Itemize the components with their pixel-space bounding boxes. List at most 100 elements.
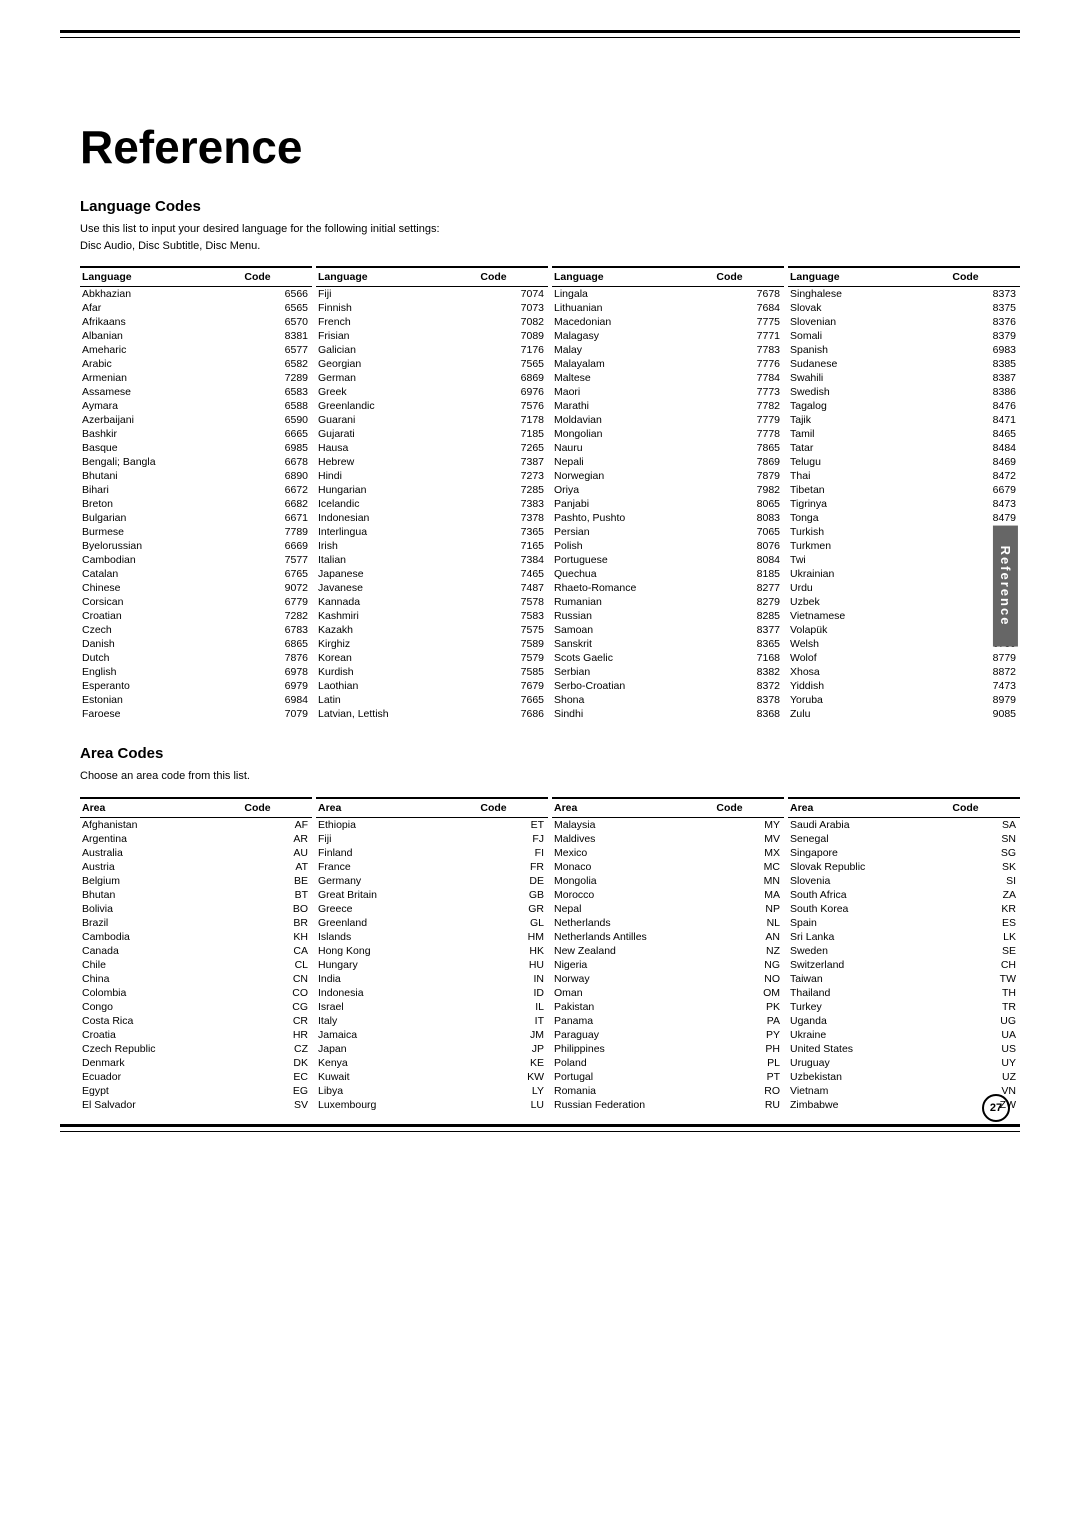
language-name: Zulu <box>788 707 950 721</box>
area-code: LU <box>478 1098 548 1112</box>
area-name: Kenya <box>316 1056 478 1070</box>
table-row: JamaicaJM <box>316 1028 548 1042</box>
area-code: PY <box>714 1028 784 1042</box>
table-row: French7082 <box>316 315 548 329</box>
language-code: 6565 <box>242 301 312 315</box>
language-name: Breton <box>80 497 242 511</box>
language-code: 7879 <box>714 469 784 483</box>
area-code: HU <box>478 958 548 972</box>
area-name: Sri Lanka <box>788 930 950 944</box>
language-code: 8381 <box>242 329 312 343</box>
language-codes-desc: Use this list to input your desired lang… <box>80 221 1020 254</box>
table-row: BrazilBR <box>80 916 312 930</box>
area-code: MV <box>714 832 784 846</box>
area-code: TR <box>950 1000 1020 1014</box>
area-name: Belgium <box>80 874 242 888</box>
language-name: Guarani <box>316 413 478 427</box>
language-code: 7783 <box>714 343 784 357</box>
language-name: Rhaeto-Romance <box>552 581 714 595</box>
table-row: Yoruba8979 <box>788 693 1020 707</box>
language-name: Vietnamese <box>788 609 950 623</box>
language-name: Laothian <box>316 679 478 693</box>
table-row: Tigrinya8473 <box>788 497 1020 511</box>
table-row: Thai8472 <box>788 469 1020 483</box>
language-code: 6783 <box>242 623 312 637</box>
language-code: 7575 <box>478 623 548 637</box>
table-row: Saudi ArabiaSA <box>788 817 1020 832</box>
language-name: Nauru <box>552 441 714 455</box>
language-name: Burmese <box>80 525 242 539</box>
area-name: Great Britain <box>316 888 478 902</box>
area-code: SV <box>242 1098 312 1112</box>
area-code: ES <box>950 916 1020 930</box>
language-code: 7289 <box>242 371 312 385</box>
table-row: Moldavian7779 <box>552 413 784 427</box>
language-name: Uzbek <box>788 595 950 609</box>
area-code: PK <box>714 1000 784 1014</box>
table-row: South AfricaZA <box>788 888 1020 902</box>
table-row: Slovak8375 <box>788 301 1020 315</box>
table-row: Laothian7679 <box>316 679 548 693</box>
table-row: Slovak RepublicSK <box>788 860 1020 874</box>
language-code: 7282 <box>242 609 312 623</box>
language-name: French <box>316 315 478 329</box>
language-code: 8377 <box>714 623 784 637</box>
table-row: Swedish8386 <box>788 385 1020 399</box>
language-code: 6566 <box>242 287 312 302</box>
language-name: Aymara <box>80 399 242 413</box>
code-header-1: Code <box>242 267 312 287</box>
area-name: Denmark <box>80 1056 242 1070</box>
table-row: Xhosa8872 <box>788 665 1020 679</box>
table-row: Turkish8482 <box>788 525 1020 539</box>
area-name: Turkey <box>788 1000 950 1014</box>
language-name: Lingala <box>552 287 714 302</box>
code-header-2: Code <box>478 267 548 287</box>
area-name: Slovenia <box>788 874 950 888</box>
table-row: Bhutani6890 <box>80 469 312 483</box>
table-row: Faroese7079 <box>80 707 312 721</box>
area-name: Czech Republic <box>80 1042 242 1056</box>
language-code: 7079 <box>242 707 312 721</box>
language-code: 7265 <box>478 441 548 455</box>
area-name: Netherlands <box>552 916 714 930</box>
table-row: FijiFJ <box>316 832 548 846</box>
language-code: 8779 <box>950 651 1020 665</box>
lang-col-2: Language Code Fiji7074Finnish7073French7… <box>316 266 552 721</box>
table-row: KuwaitKW <box>316 1070 548 1084</box>
table-row: DenmarkDK <box>80 1056 312 1070</box>
language-name: Azerbaijani <box>80 413 242 427</box>
table-row: English6978 <box>80 665 312 679</box>
area-name: Uruguay <box>788 1056 950 1070</box>
area-code: UZ <box>950 1070 1020 1084</box>
table-row: Norwegian7879 <box>552 469 784 483</box>
table-row: NetherlandsNL <box>552 916 784 930</box>
language-name: Estonian <box>80 693 242 707</box>
area-header-3: Area <box>552 798 714 818</box>
area-code: ET <box>478 817 548 832</box>
table-row: BhutanBT <box>80 888 312 902</box>
table-row: Yiddish7473 <box>788 679 1020 693</box>
area-name: Taiwan <box>788 972 950 986</box>
language-name: Lithuanian <box>552 301 714 315</box>
language-name: Icelandic <box>316 497 478 511</box>
language-name: Kashmiri <box>316 609 478 623</box>
top-decorative-lines <box>60 30 1020 38</box>
area-name: France <box>316 860 478 874</box>
language-name: Tibetan <box>788 483 950 497</box>
language-name: Telugu <box>788 455 950 469</box>
area-name: Morocco <box>552 888 714 902</box>
area-name: India <box>316 972 478 986</box>
area-code: SE <box>950 944 1020 958</box>
table-row: GermanyDE <box>316 874 548 888</box>
table-row: Spanish6983 <box>788 343 1020 357</box>
language-name: Oriya <box>552 483 714 497</box>
language-code: 7784 <box>714 371 784 385</box>
table-row: FranceFR <box>316 860 548 874</box>
table-row: Breton6682 <box>80 497 312 511</box>
language-name: Turkish <box>788 525 950 539</box>
table-row: Czech6783 <box>80 623 312 637</box>
language-name: Javanese <box>316 581 478 595</box>
table-row: NigeriaNG <box>552 958 784 972</box>
language-code: 8979 <box>950 693 1020 707</box>
language-code: 7185 <box>478 427 548 441</box>
